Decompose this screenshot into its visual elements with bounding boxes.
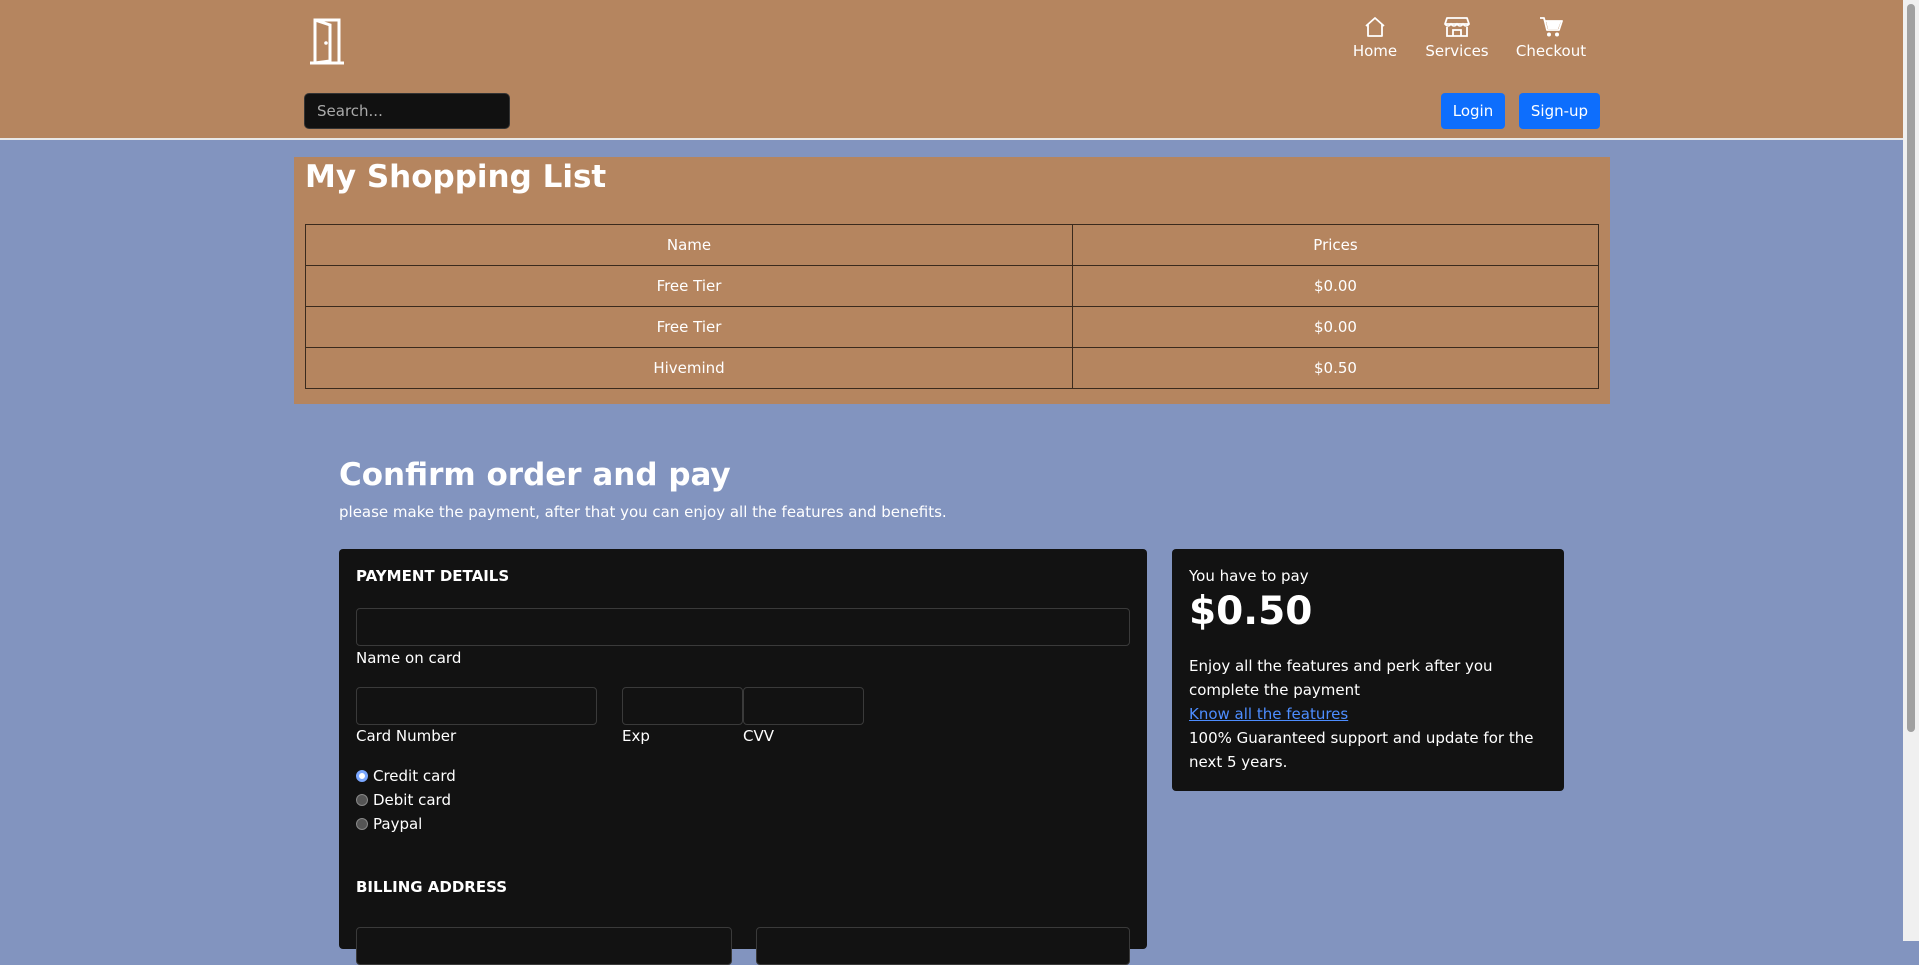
login-button[interactable]: Login [1441,93,1505,129]
item-name: Hivemind [305,347,1073,389]
debit-card-label: Debit card [373,791,451,809]
shopping-list-title: My Shopping List [305,159,607,195]
name-on-card-label: Name on card [356,649,462,667]
billing-field-1[interactable] [356,927,732,965]
column-header-name: Name [305,224,1073,266]
nav-home-label: Home [1352,42,1398,60]
table-header-row: Name Prices [305,224,1599,266]
radio-paypal[interactable] [356,818,368,830]
signup-button[interactable]: Sign-up [1519,93,1600,129]
payment-method-credit[interactable]: Credit card [356,767,456,785]
amount-value: $0.50 [1189,589,1313,634]
home-icon [1365,17,1385,37]
item-price: $0.00 [1072,306,1599,348]
nav-checkout[interactable]: Checkout [1514,16,1588,60]
nav-home[interactable]: Home [1347,16,1403,60]
summary-description-block: Enjoy all the features and perk after yo… [1189,654,1549,774]
nav-checkout-label: Checkout [1515,42,1587,60]
card-number-field[interactable] [356,687,597,725]
nav-services[interactable]: Services [1425,16,1489,60]
payment-method-paypal[interactable]: Paypal [356,815,422,833]
name-on-card-field[interactable] [356,608,1130,646]
summary-description: Enjoy all the features and perk after yo… [1189,657,1493,699]
guarantee-text: 100% Guaranteed support and update for t… [1189,729,1534,771]
shopping-list-panel: My Shopping List Name Prices Free Tier $… [294,157,1610,404]
table-row: Free Tier $0.00 [305,306,1599,348]
table-row: Free Tier $0.00 [305,265,1599,307]
item-price: $0.00 [1072,265,1599,307]
cvv-label: CVV [743,727,774,745]
card-number-label: Card Number [356,727,457,745]
search-input[interactable] [304,93,510,129]
nav-services-label: Services [1425,42,1489,60]
item-price: $0.50 [1072,347,1599,389]
exp-field[interactable] [622,687,743,725]
billing-address-title: BILLING ADDRESS [356,878,508,896]
credit-card-label: Credit card [373,767,456,785]
features-link[interactable]: Know all the features [1189,705,1348,723]
radio-credit-card[interactable] [356,770,368,782]
scrollbar-thumb[interactable] [1907,4,1915,732]
store-icon [1444,17,1470,37]
confirm-subtitle: please make the payment, after that you … [339,503,947,521]
page-scrollbar[interactable] [1903,0,1919,941]
cvv-field[interactable] [743,687,864,725]
exp-label: Exp [622,727,650,745]
radio-debit-card[interactable] [356,794,368,806]
payment-details-title: PAYMENT DETAILS [356,567,510,585]
shopping-list-table: Name Prices Free Tier $0.00 Free Tier $0… [305,224,1599,389]
paypal-label: Paypal [373,815,423,833]
confirm-title: Confirm order and pay [339,457,731,493]
payment-method-debit[interactable]: Debit card [356,791,451,809]
payment-details-card: PAYMENT DETAILS Name on card Card Number… [339,549,1147,965]
site-header: Home Services Checkout Login Sign-up [0,0,1903,140]
table-row: Hivemind $0.50 [305,347,1599,389]
amount-label: You have to pay [1189,567,1309,585]
cart-icon [1540,17,1563,37]
column-header-prices: Prices [1072,224,1599,266]
item-name: Free Tier [305,265,1073,307]
billing-field-2[interactable] [756,927,1130,965]
door-icon[interactable] [306,17,348,65]
payment-summary-card: You have to pay $0.50 Enjoy all the feat… [1172,549,1564,791]
item-name: Free Tier [305,306,1073,348]
